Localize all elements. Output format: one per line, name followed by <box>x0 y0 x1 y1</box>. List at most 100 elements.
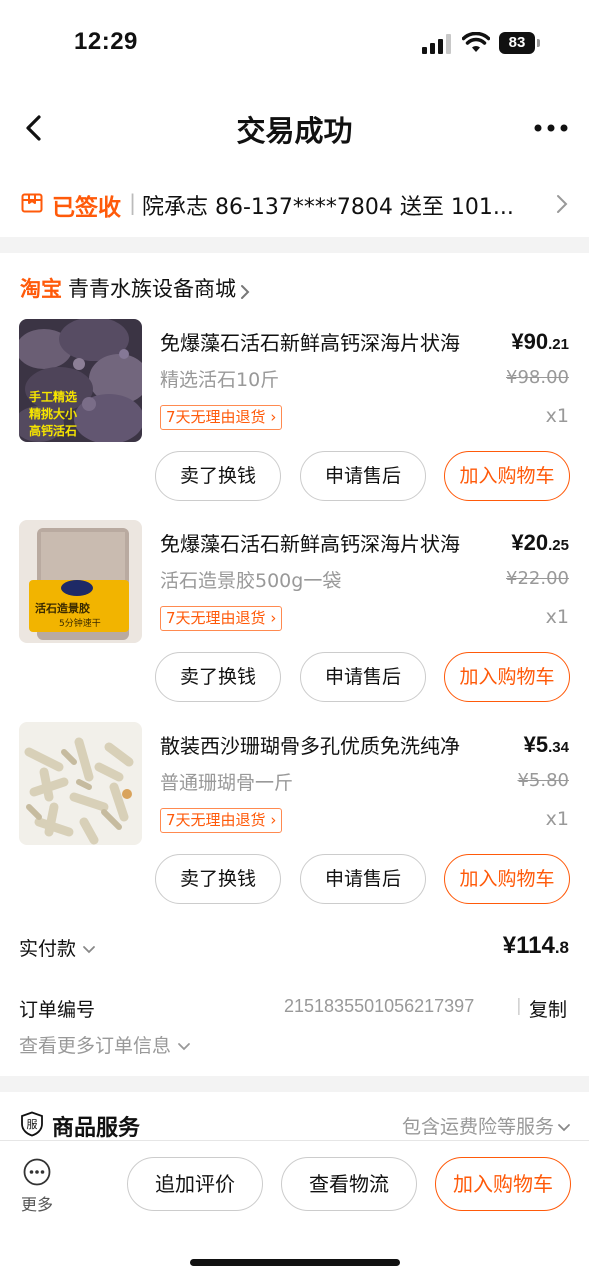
tag-label: 7天无理由退货 <box>166 811 266 829</box>
order-item[interactable]: 手工精选 精挑大小 高钙活石 免爆藻石活石新鲜高钙深海片状海 ¥90.21 精选… <box>0 319 589 519</box>
return-policy-tag[interactable]: 7天无理由退货 › <box>160 606 283 631</box>
amount-main: ¥114 <box>502 932 555 959</box>
product-price: ¥20.25 <box>511 530 569 556</box>
status-bar: 12:29 83 <box>0 0 589 88</box>
order-item[interactable]: 散装西沙珊瑚骨多孔优质免洗纯净 ¥5.34 普通珊瑚骨一斤 ¥5.80 7天无理… <box>0 722 589 922</box>
price-main: ¥20 <box>511 530 549 555</box>
more-icon <box>23 1158 51 1186</box>
bottom-action-bar: 更多 追加评价 查看物流 加入购物车 <box>0 1140 589 1278</box>
more-label: 更多 <box>20 1195 53 1214</box>
product-name[interactable]: 免爆藻石活石新鲜高钙深海片状海 <box>160 528 490 557</box>
more-order-info-toggle[interactable]: 查看更多订单信息 <box>19 1031 191 1058</box>
service-description[interactable]: 包含运费险等服务 <box>402 1112 571 1139</box>
battery-tip <box>537 39 540 47</box>
add-to-cart-button[interactable]: 加入购物车 <box>444 854 570 904</box>
product-quantity: x1 <box>545 808 569 830</box>
section-divider <box>0 237 589 253</box>
price-main: ¥5 <box>523 732 549 757</box>
view-logistics-button[interactable]: 查看物流 <box>281 1157 417 1211</box>
home-indicator[interactable] <box>190 1259 400 1266</box>
chevron-down-icon <box>83 945 95 953</box>
tag-label: 7天无理由退货 <box>166 408 266 426</box>
coral-bone-image <box>19 722 142 845</box>
product-price: ¥5.34 <box>524 732 569 758</box>
section-divider <box>0 1076 589 1092</box>
live-rock-image: 手工精选 精挑大小 高钙活石 <box>19 319 142 442</box>
battery-level: 83 <box>508 34 526 51</box>
product-variant: 活石造景胶500g一袋 <box>160 570 342 592</box>
after-sales-button[interactable]: 申请售后 <box>300 854 426 904</box>
service-icon-char: 服 <box>27 1118 38 1131</box>
product-thumbnail[interactable] <box>19 722 142 845</box>
thumb-caption: 5分钟速干 <box>59 617 101 629</box>
chevron-right-icon <box>557 195 568 213</box>
sell-button[interactable]: 卖了换钱 <box>155 652 281 702</box>
delivery-address-row[interactable]: 已签收 | 院承志 86-137****7804 送至 101... <box>0 176 589 232</box>
more-info-label: 查看更多订单信息 <box>19 1035 172 1057</box>
add-review-button[interactable]: 追加评价 <box>127 1157 263 1211</box>
thumb-caption: 精挑大小 <box>29 406 77 421</box>
product-variant: 普通珊瑚骨一斤 <box>160 772 294 794</box>
product-name[interactable]: 免爆藻石活石新鲜高钙深海片状海 <box>160 327 490 356</box>
price-main: ¥90 <box>511 329 549 354</box>
chevron-down-icon <box>558 1123 570 1131</box>
address-separator: | <box>129 191 137 215</box>
nav-bar: 交易成功 <box>0 96 589 160</box>
thumb-caption: 活石造景胶 <box>35 601 90 615</box>
price-cents: .21 <box>548 336 569 353</box>
shop-header[interactable]: 淘宝 青青水族设备商城 <box>20 273 250 305</box>
actual-payment-amount: ¥114.8 <box>503 932 569 960</box>
product-quantity: x1 <box>545 405 569 427</box>
amount-decimal: .8 <box>554 938 569 957</box>
price-cents: .34 <box>548 739 569 756</box>
wifi-icon <box>462 32 490 52</box>
product-service-row[interactable]: 服 商品服务 包含运费险等服务 <box>0 1108 589 1142</box>
order-number: 2151835501056217397 <box>284 996 475 1016</box>
package-icon <box>21 193 43 213</box>
order-item[interactable]: 活石造景胶 5分钟速干 免爆藻石活石新鲜高钙深海片状海 ¥20.25 活石造景胶… <box>0 520 589 720</box>
product-variant: 精选活石10斤 <box>160 369 280 391</box>
product-name[interactable]: 散装西沙珊瑚骨多孔优质免洗纯净 <box>160 730 490 759</box>
order-number-label: 订单编号 <box>19 999 96 1021</box>
return-policy-tag[interactable]: 7天无理由退货 › <box>160 808 283 833</box>
service-title: 商品服务 <box>52 1116 141 1141</box>
original-price: ¥98.00 <box>506 367 569 388</box>
tag-label: 7天无理由退货 <box>166 609 266 627</box>
payment-label: 实付款 <box>19 938 77 960</box>
copy-separator: | <box>516 996 522 1016</box>
product-quantity: x1 <box>545 606 569 628</box>
add-to-cart-bottom-button[interactable]: 加入购物车 <box>435 1157 571 1211</box>
sell-button[interactable]: 卖了换钱 <box>155 854 281 904</box>
copy-button[interactable]: 复制 <box>529 995 567 1022</box>
thumb-caption: 手工精选 <box>29 389 77 404</box>
battery-icon: 83 <box>499 32 535 54</box>
add-to-cart-button[interactable]: 加入购物车 <box>444 652 570 702</box>
actual-payment-label[interactable]: 实付款 <box>19 934 96 961</box>
product-thumbnail[interactable]: 手工精选 精挑大小 高钙活石 <box>19 319 142 442</box>
service-desc-text: 包含运费险等服务 <box>401 1116 554 1138</box>
original-price: ¥5.80 <box>517 770 569 791</box>
cellular-signal-icon <box>422 34 451 54</box>
service-shield-icon: 服 <box>21 1111 43 1137</box>
glue-bag-image: 活石造景胶 5分钟速干 <box>19 520 142 643</box>
after-sales-button[interactable]: 申请售后 <box>300 652 426 702</box>
original-price: ¥22.00 <box>506 568 569 589</box>
chevron-right-icon <box>241 284 250 299</box>
sell-button[interactable]: 卖了换钱 <box>155 451 281 501</box>
more-options-icon[interactable] <box>531 120 571 136</box>
delivery-status: 已签收 <box>52 195 121 221</box>
add-to-cart-button[interactable]: 加入购物车 <box>444 451 570 501</box>
shop-name: 青青水族设备商城 <box>68 277 236 301</box>
taobao-logo: 淘宝 <box>20 277 62 301</box>
price-cents: .25 <box>548 537 569 554</box>
after-sales-button[interactable]: 申请售后 <box>300 451 426 501</box>
address-text: 院承志 86-137****7804 送至 101... <box>142 195 514 220</box>
more-button[interactable]: 更多 <box>16 1157 58 1215</box>
page-title: 交易成功 <box>236 114 353 148</box>
return-policy-tag[interactable]: 7天无理由退货 › <box>160 405 283 430</box>
product-thumbnail[interactable]: 活石造景胶 5分钟速干 <box>19 520 142 643</box>
status-time: 12:29 <box>74 28 138 55</box>
chevron-down-icon <box>178 1042 190 1050</box>
product-price: ¥90.21 <box>511 329 569 355</box>
thumb-caption: 高钙活石 <box>29 423 77 438</box>
